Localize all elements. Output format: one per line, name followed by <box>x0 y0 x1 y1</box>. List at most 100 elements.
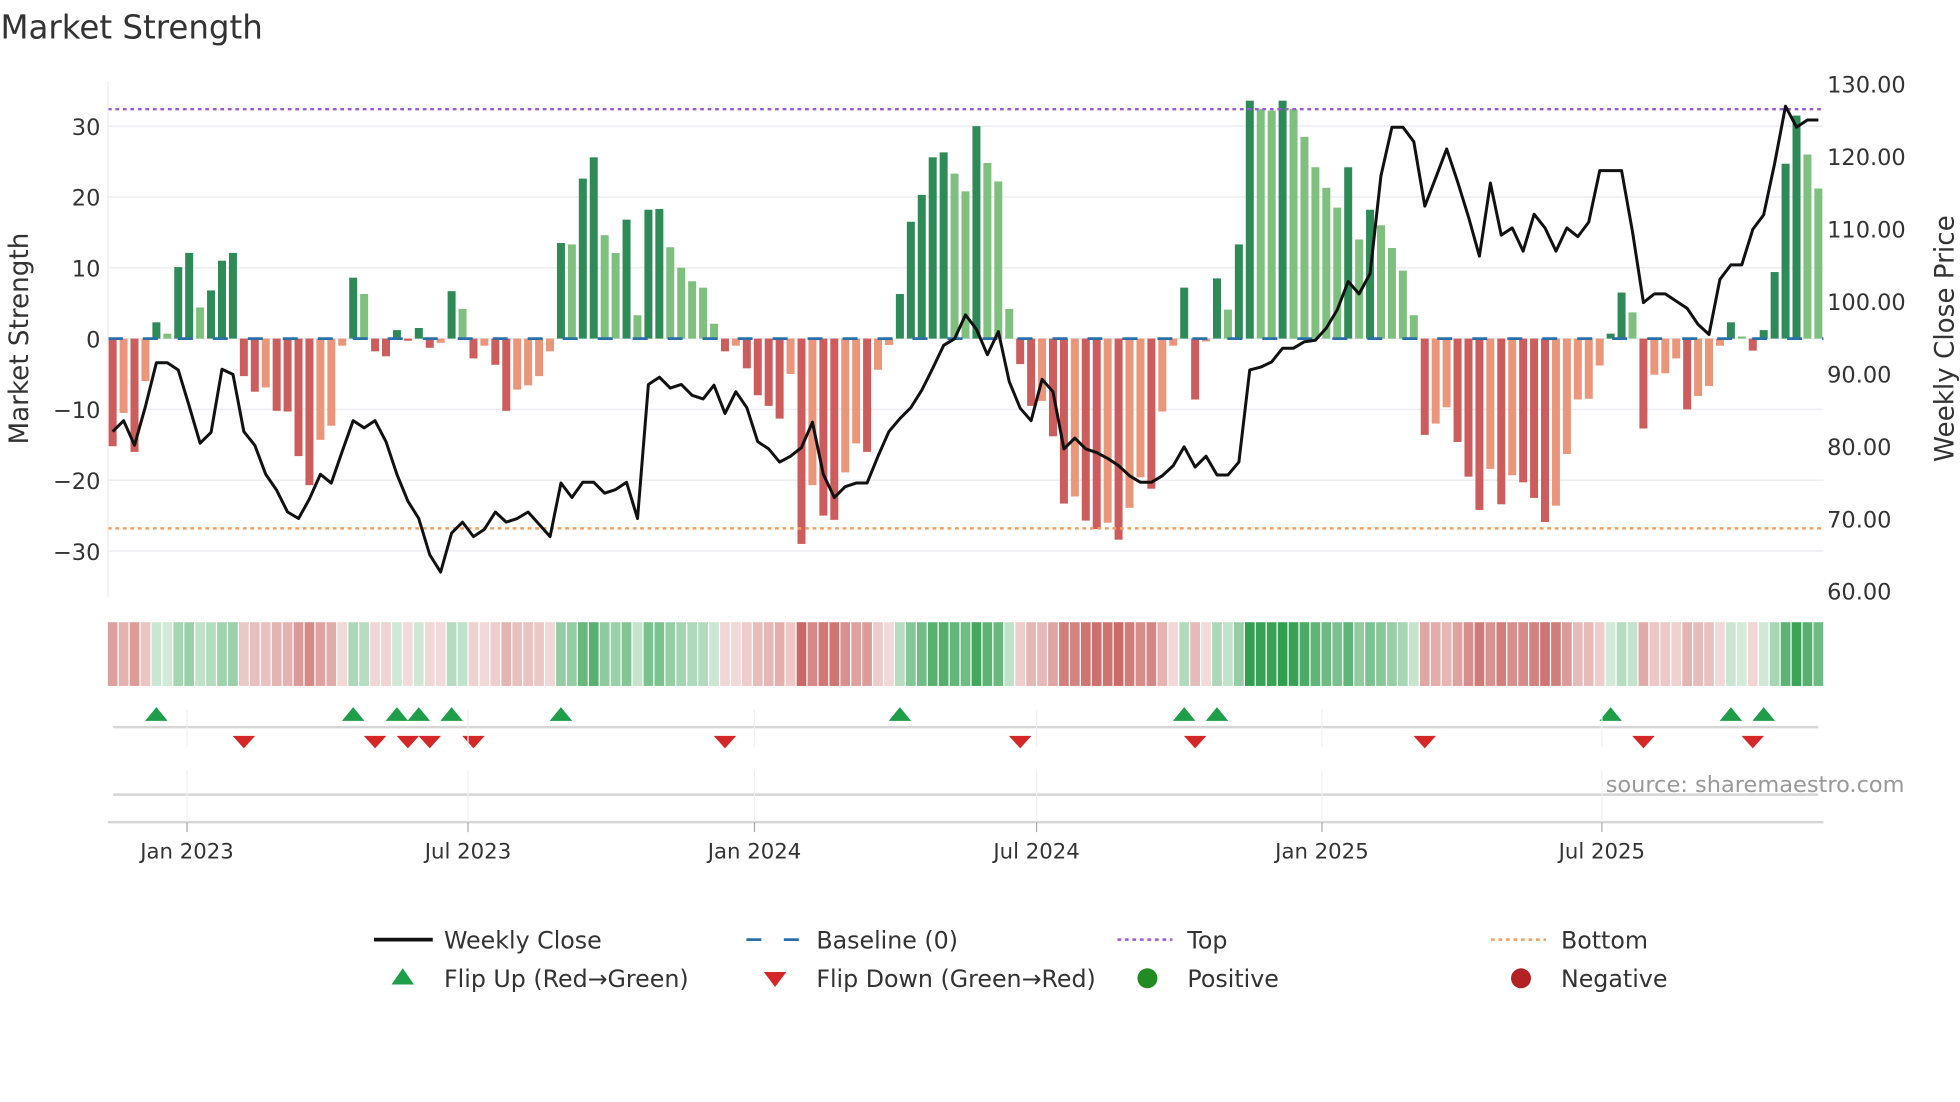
strength-strip-cell <box>1135 622 1146 686</box>
strength-bar <box>655 209 664 339</box>
strength-strip-cell <box>1398 622 1408 686</box>
strength-strip-cell <box>1387 622 1397 686</box>
strength-bar <box>1114 338 1123 540</box>
strength-strip-cell <box>1332 622 1343 686</box>
strength-strip-cell <box>1212 622 1222 686</box>
strength-strip-cell <box>1288 622 1299 686</box>
strength-strip-cell <box>1419 622 1430 686</box>
strength-strip-cell <box>1605 622 1616 686</box>
x-tick-label: Jul 2025 <box>1557 839 1645 864</box>
strength-bar <box>119 338 128 413</box>
strength-strip-cell <box>1015 622 1026 686</box>
strength-bar <box>1103 338 1112 523</box>
strength-strip-cell <box>567 622 577 686</box>
strength-bar <box>371 338 380 352</box>
x-tick-label: Jan 2024 <box>706 839 802 864</box>
strength-strip-cell <box>1255 622 1266 686</box>
strength-strip-cell <box>676 622 687 686</box>
strength-bar <box>185 252 194 339</box>
strength-bar <box>688 281 697 339</box>
strength-bar <box>819 338 828 516</box>
strength-strip-cell <box>479 622 490 686</box>
strength-strip-cell <box>643 622 654 686</box>
strength-strip-cell <box>731 622 741 686</box>
strength-bar <box>403 338 412 341</box>
flip-up-marker <box>1752 707 1775 721</box>
strength-strip-cell <box>905 622 916 686</box>
strength-bar <box>1781 163 1790 339</box>
strength-strip-cell <box>337 622 348 686</box>
strength-strip-cell <box>785 622 796 686</box>
strength-strip-cell <box>1343 622 1354 686</box>
strength-strip-cell <box>1540 622 1550 686</box>
strength-strip-cell <box>993 622 1004 686</box>
strength-strip-cell <box>807 622 818 686</box>
strength-bar <box>1672 338 1681 359</box>
strength-bar <box>535 338 544 377</box>
strength-bar <box>381 338 390 357</box>
strength-bar <box>852 338 861 444</box>
strength-bar <box>808 338 817 486</box>
strength-bar <box>294 338 303 457</box>
strength-bar <box>1245 100 1254 339</box>
strength-bar <box>1158 338 1167 412</box>
strength-strip-cell <box>796 622 807 686</box>
strength-bar <box>1748 338 1757 351</box>
flip-up-marker <box>888 707 912 721</box>
strength-strip-cell <box>381 622 391 686</box>
strength-bar <box>141 338 150 382</box>
strength-bar <box>513 338 522 390</box>
flip-up-marker <box>549 707 573 721</box>
strength-bar <box>360 293 369 339</box>
flip-down-marker <box>232 735 256 749</box>
strength-strip-cell <box>1791 622 1802 686</box>
strength-bar <box>939 152 948 339</box>
strength-strip-cell <box>1704 622 1714 686</box>
strength-strip-cell <box>1747 622 1758 686</box>
strength-strip-cell <box>1638 622 1649 686</box>
strength-bar <box>1212 278 1221 339</box>
flip-down-marker <box>418 735 441 749</box>
strength-bar <box>622 219 631 339</box>
strength-bar <box>1661 338 1670 374</box>
market-strength-chart: Market Strength −30 −20 −10 0 10 20 30 60.00 70.… <box>0 9 1960 993</box>
strength-bar <box>1256 109 1265 339</box>
strength-bar <box>1289 109 1298 339</box>
strength-strip-cell <box>468 622 479 686</box>
flip-down-marker <box>1413 735 1436 749</box>
legend-flip-up-red-green-icon <box>391 968 415 985</box>
strength-strip-cell <box>1551 622 1561 686</box>
strength-strip-cell <box>938 622 949 686</box>
y-tick-label: −30 <box>53 540 100 566</box>
strength-bar <box>994 181 1003 339</box>
strength-bar <box>1180 287 1189 339</box>
strength-strip-cell <box>348 622 359 686</box>
y2-axis-label: Weekly Close Price <box>1930 215 1960 462</box>
strength-strip-cell <box>1091 622 1102 686</box>
strength-strip-cell <box>709 622 719 686</box>
strength-bar <box>699 287 708 339</box>
y2-tick-label: 120.00 <box>1827 145 1906 171</box>
strength-strip-cell <box>698 622 708 686</box>
strength-strip-cell <box>752 622 763 686</box>
strength-bar <box>1497 338 1506 505</box>
strength-strip-cell <box>1113 622 1124 686</box>
strength-strip-cell <box>1365 622 1375 686</box>
strength-strip-cell <box>873 622 883 686</box>
strength-strip-cell <box>1583 622 1594 686</box>
strength-bar <box>480 338 489 346</box>
strength-bar <box>1628 312 1637 339</box>
legend-baseline-0-label: Baseline (0) <box>816 926 958 954</box>
strength-bar <box>1562 338 1571 455</box>
y-tick-label: −10 <box>53 398 100 424</box>
strength-bar <box>1573 338 1582 400</box>
strength-bar <box>349 277 358 339</box>
strength-strip-cell <box>501 622 512 686</box>
strength-strip-cell <box>884 622 894 686</box>
strength-bar <box>1737 336 1746 339</box>
strength-strip-cell <box>1168 622 1179 686</box>
strength-bar <box>1683 338 1692 410</box>
strength-strip-cell <box>1802 622 1813 686</box>
y2-tick-label: 100.00 <box>1827 290 1906 316</box>
strength-strip-cell <box>359 622 369 686</box>
